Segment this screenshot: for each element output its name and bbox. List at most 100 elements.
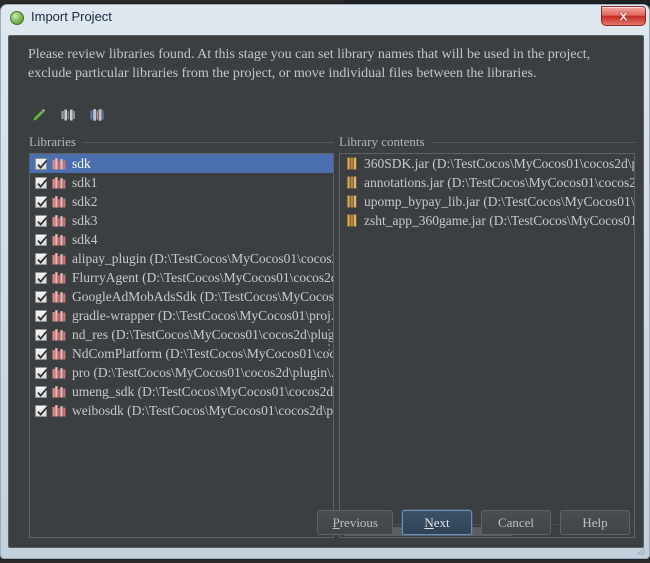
library-list-item[interactable]: pro (D:\TestCocos\MyCocos01\cocos2d\plug… xyxy=(30,363,333,382)
libraries-list[interactable]: sdksdk1sdk2sdk3sdk4alipay_plugin (D:\Tes… xyxy=(29,153,334,538)
checkmark-icon xyxy=(36,177,49,190)
library-include-checkbox[interactable] xyxy=(35,348,47,360)
previous-button[interactable]: Previous xyxy=(317,510,393,535)
intellij-app-icon xyxy=(10,11,24,25)
jar-path-label: 360SDK.jar (D:\TestCocos\MyCocos01\cocos… xyxy=(364,154,634,173)
previous-mnemonic: P xyxy=(332,515,339,531)
library-books-icon xyxy=(52,404,66,417)
library-books-icon xyxy=(52,195,66,208)
contents-panel-header: Library contents xyxy=(339,134,635,150)
library-list-item[interactable]: sdk2 xyxy=(30,192,333,211)
help-label: Help xyxy=(582,515,607,531)
title-bar: Import Project xyxy=(1,5,649,32)
contents-rows: 360SDK.jar (D:\TestCocos\MyCocos01\cocos… xyxy=(340,154,634,230)
close-button[interactable] xyxy=(601,6,646,26)
library-name-label: NdComPlatform (D:\TestCocos\MyCocos01\co… xyxy=(72,344,333,363)
library-include-checkbox[interactable] xyxy=(35,310,47,322)
checkmark-icon xyxy=(36,234,49,247)
list-resize-grip[interactable] xyxy=(327,326,331,352)
library-list-item[interactable]: nd_res (D:\TestCocos\MyCocos01\cocos2d\p… xyxy=(30,325,333,344)
header-rule xyxy=(432,142,635,143)
library-books-icon xyxy=(52,176,66,189)
library-books-icon xyxy=(52,366,66,379)
next-mnemonic: N xyxy=(424,515,433,531)
jar-path-label: annotations.jar (D:\TestCocos\MyCocos01\… xyxy=(364,173,634,192)
library-list-item[interactable]: umeng_sdk (D:\TestCocos\MyCocos01\cocos2… xyxy=(30,382,333,401)
split-library-button[interactable] xyxy=(58,105,78,125)
cancel-label: Cancel xyxy=(498,515,534,531)
library-books-icon xyxy=(52,233,66,246)
library-list-item[interactable]: sdk3 xyxy=(30,211,333,230)
jar-file-icon xyxy=(347,176,357,189)
library-include-checkbox[interactable] xyxy=(35,177,47,189)
library-include-checkbox[interactable] xyxy=(35,253,47,265)
library-content-item[interactable]: 360SDK.jar (D:\TestCocos\MyCocos01\cocos… xyxy=(340,154,634,173)
library-books-icon xyxy=(52,290,66,303)
library-content-item[interactable]: upomp_bypay_lib.jar (D:\TestCocos\MyCoco… xyxy=(340,192,634,211)
dialog-content: Please review libraries found. At this s… xyxy=(8,35,644,548)
library-include-checkbox[interactable] xyxy=(35,272,47,284)
import-project-window: Import Project Please review libraries f… xyxy=(0,4,650,559)
library-include-checkbox[interactable] xyxy=(35,291,47,303)
library-list-item[interactable]: FlurryAgent (D:\TestCocos\MyCocos01\coco… xyxy=(30,268,333,287)
library-list-item[interactable]: NdComPlatform (D:\TestCocos\MyCocos01\co… xyxy=(30,344,333,363)
merge-library-button[interactable] xyxy=(87,105,107,125)
checkmark-icon xyxy=(36,272,49,285)
intro-line-1: Please review libraries found. At this s… xyxy=(28,45,628,64)
library-include-checkbox[interactable] xyxy=(35,329,47,341)
intro-line-2: exclude particular libraries from the pr… xyxy=(28,64,628,83)
library-books-icon xyxy=(52,157,66,170)
help-button[interactable]: Help xyxy=(560,510,630,535)
checkmark-icon xyxy=(36,196,49,209)
split-library-icon xyxy=(60,107,76,123)
library-list-item[interactable]: gradle-wrapper (D:\TestCocos\MyCocos01\p… xyxy=(30,306,333,325)
library-include-checkbox[interactable] xyxy=(35,234,47,246)
library-name-label: sdk2 xyxy=(72,192,98,211)
library-name-label: weibosdk (D:\TestCocos\MyCocos01\cocos2d… xyxy=(72,401,333,420)
jar-file-icon xyxy=(347,214,357,227)
library-include-checkbox[interactable] xyxy=(35,367,47,379)
library-books-icon xyxy=(52,347,66,360)
libraries-header-label: Libraries xyxy=(29,134,76,150)
jar-file-icon xyxy=(347,157,357,170)
checkmark-icon xyxy=(36,348,49,361)
library-name-label: sdk4 xyxy=(72,230,98,249)
window-resize-grip[interactable] xyxy=(636,546,646,556)
intro-text: Please review libraries found. At this s… xyxy=(28,45,628,83)
library-list-item[interactable]: GoogleAdMobAdsSdk (D:\TestCocos\MyCocos0… xyxy=(30,287,333,306)
checkmark-icon xyxy=(36,215,49,228)
library-include-checkbox[interactable] xyxy=(35,386,47,398)
checkmark-icon xyxy=(36,329,49,342)
library-include-checkbox[interactable] xyxy=(35,158,47,170)
cancel-button[interactable]: Cancel xyxy=(481,510,551,535)
library-list-item[interactable]: weibosdk (D:\TestCocos\MyCocos01\cocos2d… xyxy=(30,401,333,420)
dialog-button-bar: Previous Next Cancel Help xyxy=(317,510,630,535)
merge-library-icon xyxy=(89,107,105,123)
checkmark-icon xyxy=(36,158,49,171)
library-list-item[interactable]: sdk4 xyxy=(30,230,333,249)
library-content-item[interactable]: zsht_app_360game.jar (D:\TestCocos\MyCoc… xyxy=(340,211,634,230)
next-button[interactable]: Next xyxy=(402,510,472,535)
library-list-item[interactable]: alipay_plugin (D:\TestCocos\MyCocos01\co… xyxy=(30,249,333,268)
library-name-label: alipay_plugin (D:\TestCocos\MyCocos01\co… xyxy=(72,249,333,268)
library-include-checkbox[interactable] xyxy=(35,215,47,227)
checkmark-icon xyxy=(36,367,49,380)
library-include-checkbox[interactable] xyxy=(35,196,47,208)
library-list-item[interactable]: sdk1 xyxy=(30,173,333,192)
checkmark-icon xyxy=(36,405,49,418)
library-books-icon xyxy=(52,271,66,284)
library-include-checkbox[interactable] xyxy=(35,405,47,417)
checkmark-icon xyxy=(36,291,49,304)
library-books-icon xyxy=(52,385,66,398)
contents-header-label: Library contents xyxy=(339,134,425,150)
library-list-item[interactable]: sdk xyxy=(30,154,333,173)
edit-pencil-button[interactable] xyxy=(29,105,49,125)
close-icon xyxy=(617,11,630,22)
library-contents-list[interactable]: 360SDK.jar (D:\TestCocos\MyCocos01\cocos… xyxy=(339,153,635,538)
library-name-label: sdk3 xyxy=(72,211,98,230)
library-content-item[interactable]: annotations.jar (D:\TestCocos\MyCocos01\… xyxy=(340,173,634,192)
jar-path-label: zsht_app_360game.jar (D:\TestCocos\MyCoc… xyxy=(364,211,634,230)
library-name-label: FlurryAgent (D:\TestCocos\MyCocos01\coco… xyxy=(72,268,333,287)
libraries-panel-header: Libraries xyxy=(29,134,334,150)
window-title: Import Project xyxy=(31,9,112,24)
